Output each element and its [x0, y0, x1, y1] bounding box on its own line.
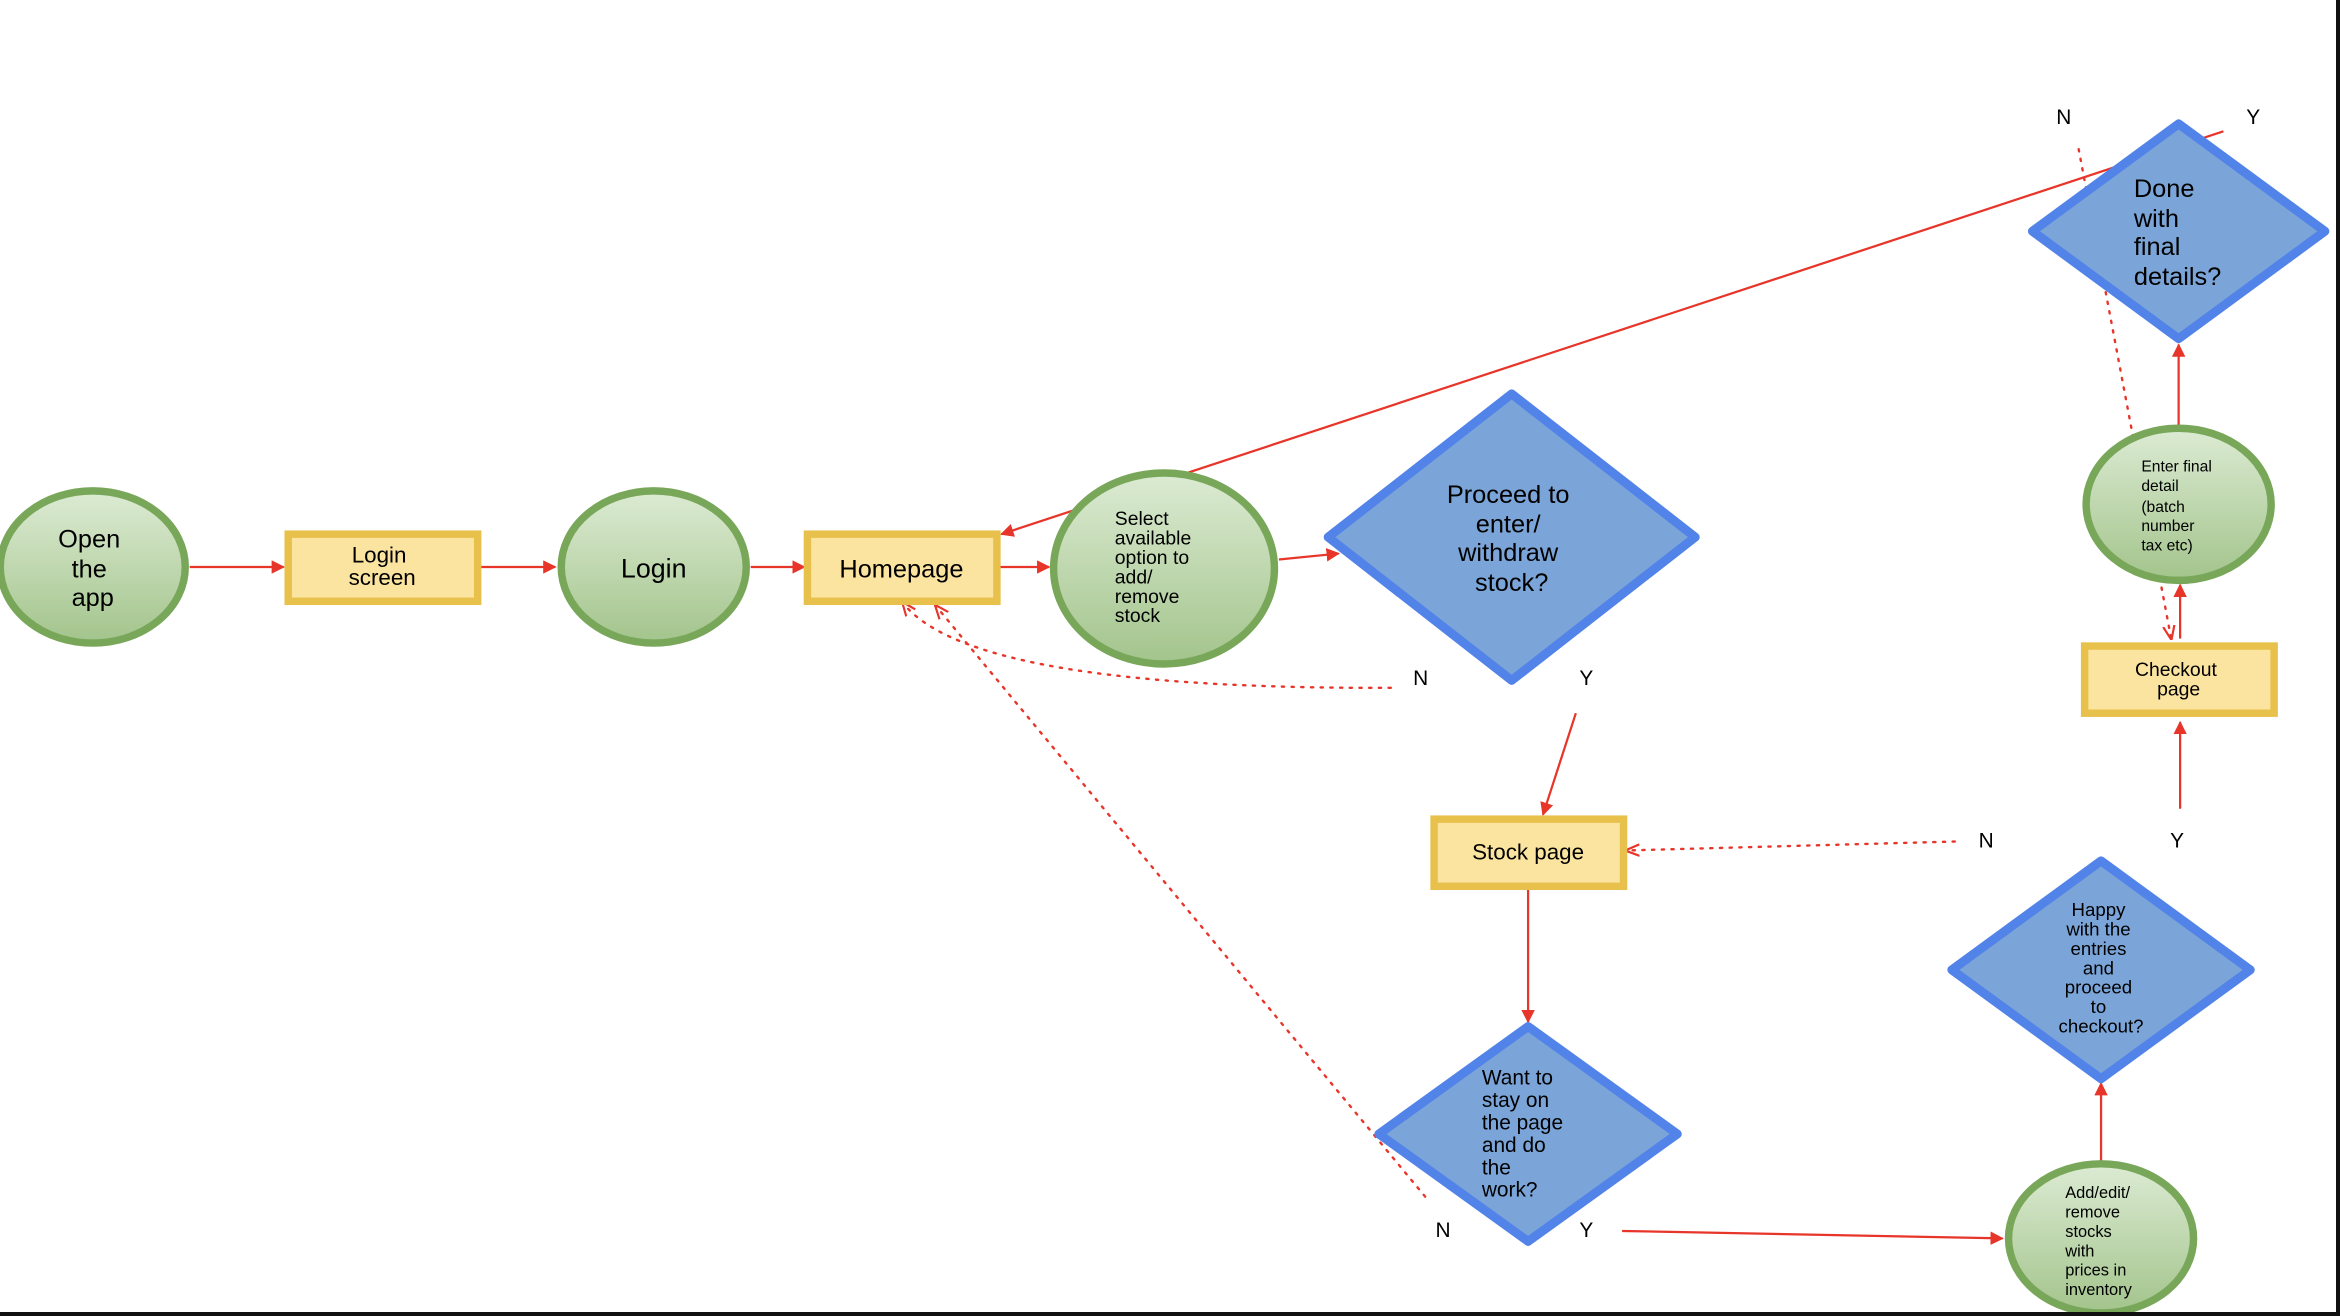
node-stock-page: Stock page: [1430, 815, 1628, 891]
label-happy-yes: Y: [2170, 829, 2184, 852]
decision-happy: Happy with the entries and proceed to ch…: [1947, 856, 2255, 1084]
arrow-want-no-to-homepage: [936, 606, 1427, 1198]
label-want-yes: Y: [1579, 1219, 1593, 1242]
label-done-yes: Y: [2246, 106, 2260, 129]
node-label: Homepage: [839, 555, 963, 583]
node-select-option: Select available option to add/ remove s…: [1049, 469, 1279, 668]
node-label: Login screen: [349, 543, 416, 590]
node-label: Stock page: [1472, 839, 1584, 864]
arrow-select-to-proceed: [1278, 548, 1340, 562]
node-login-screen: Login screen: [284, 530, 482, 606]
node-homepage: Homepage: [803, 530, 1001, 606]
label-proceed-no: N: [1413, 667, 1428, 690]
node-login: Login: [557, 487, 750, 647]
arrow-want-yes-to-add-edit: [1622, 1229, 2004, 1245]
node-add-edit-stocks: Add/edit/ remove stocks with prices in i…: [2004, 1160, 2198, 1316]
arrow-proceed-yes-to-stock: [1540, 712, 1577, 816]
node-open-app: Open the app: [0, 487, 189, 647]
label-proceed-yes: Y: [1579, 667, 1593, 690]
decision-proceed: Proceed to enter/ withdraw stock?: [1323, 389, 1700, 685]
label-want-no: N: [1436, 1219, 1451, 1242]
connectors: [189, 130, 2224, 1245]
node-enter-final-detail: Enter final detail (batch number tax etc…: [2082, 424, 2275, 585]
label-done-no: N: [2056, 106, 2071, 129]
label-happy-no: N: [1979, 829, 1994, 852]
node-label: Login: [621, 553, 687, 583]
node-checkout-page: Checkout page: [2080, 642, 2278, 717]
decision-done: Done with final details?: [2027, 119, 2330, 344]
flowchart: Open the app Login screen Login Homepage…: [0, 106, 2330, 1316]
arrow-happy-no-to-stock: [1627, 840, 1957, 851]
decision-want-stay: Want to stay on the page and do the work…: [1374, 1022, 1682, 1246]
